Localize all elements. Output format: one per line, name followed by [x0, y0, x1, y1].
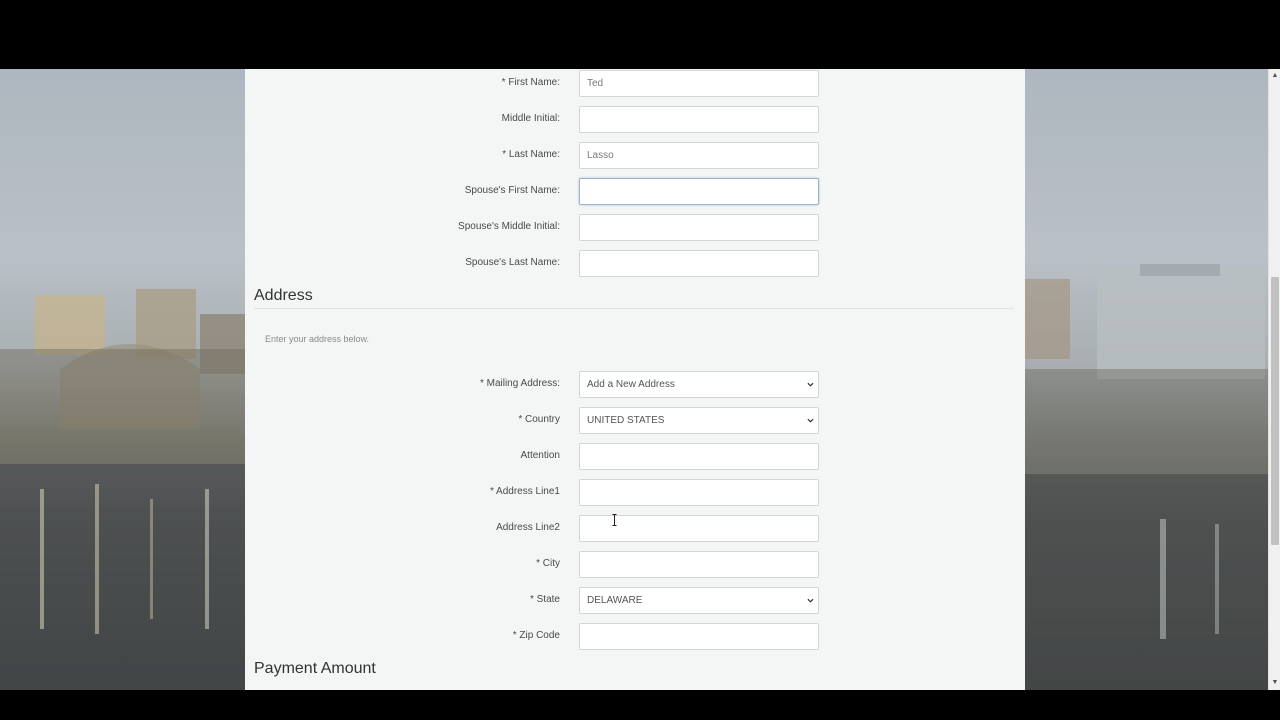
country-value: UNITED STATES: [587, 415, 665, 426]
address-helper-text: Enter your address below.: [265, 334, 370, 344]
first-name-input[interactable]: Ted: [579, 70, 819, 97]
city-row: * City: [245, 551, 1025, 579]
mailing-address-label: * Mailing Address:: [479, 378, 560, 389]
chevron-down-icon: [807, 598, 814, 603]
address-section-title: Address: [254, 287, 313, 304]
zip-code-input[interactable]: [579, 623, 819, 650]
spouse-middle-initial-row: Spouse's Middle Initial:: [245, 214, 1025, 242]
spouse-last-name-row: Spouse's Last Name:: [245, 250, 1025, 278]
browser-viewport: * First Name: Ted Middle Initial: * Last…: [0, 69, 1280, 690]
zip-code-label: * Zip Code: [512, 630, 560, 641]
last-name-input[interactable]: Lasso: [579, 142, 819, 169]
address-line1-label: * Address Line1: [489, 486, 560, 497]
address-line2-row: Address Line2: [245, 515, 1025, 543]
spouse-first-name-label: Spouse's First Name:: [464, 185, 560, 196]
city-label: * City: [536, 558, 560, 569]
attention-input[interactable]: [579, 443, 819, 470]
scroll-up-arrow-icon[interactable]: ▲: [1269, 69, 1280, 83]
middle-initial-row: Middle Initial:: [245, 106, 1025, 134]
chevron-down-icon: [807, 382, 814, 387]
middle-initial-label: Middle Initial:: [501, 113, 560, 124]
city-input[interactable]: [579, 551, 819, 578]
vertical-scrollbar[interactable]: ▲ ▼: [1268, 69, 1280, 690]
state-row: * State DELAWARE: [245, 587, 1025, 615]
spouse-middle-initial-label: Spouse's Middle Initial:: [458, 221, 560, 232]
spouse-first-name-row: Spouse's First Name:: [245, 178, 1025, 206]
spouse-last-name-input[interactable]: [579, 250, 819, 277]
first-name-label: * First Name:: [501, 77, 560, 88]
first-name-row: * First Name: Ted: [245, 70, 1025, 98]
state-value: DELAWARE: [587, 595, 643, 606]
country-select[interactable]: UNITED STATES: [579, 407, 819, 434]
zip-code-row: * Zip Code: [245, 623, 1025, 651]
address-divider: [254, 308, 1014, 309]
address-line1-input[interactable]: [579, 479, 819, 506]
mailing-address-select[interactable]: Add a New Address: [579, 371, 819, 398]
state-label: * State: [529, 594, 560, 605]
attention-row: Attention: [245, 443, 1025, 471]
form-panel: * First Name: Ted Middle Initial: * Last…: [245, 69, 1025, 690]
mailing-address-row: * Mailing Address: Add a New Address: [245, 371, 1025, 399]
text-cursor-icon: [612, 514, 617, 526]
address-line2-label: Address Line2: [496, 522, 560, 533]
spouse-first-name-input[interactable]: [579, 178, 819, 205]
state-select[interactable]: DELAWARE: [579, 587, 819, 614]
scroll-down-arrow-icon[interactable]: ▼: [1269, 676, 1280, 690]
address-line1-row: * Address Line1: [245, 479, 1025, 507]
spouse-last-name-label: Spouse's Last Name:: [465, 257, 560, 268]
middle-initial-input[interactable]: [579, 106, 819, 133]
last-name-label: * Last Name:: [502, 149, 560, 160]
country-row: * Country UNITED STATES: [245, 407, 1025, 435]
scrollbar-thumb[interactable]: [1271, 277, 1279, 545]
chevron-down-icon: [807, 418, 814, 423]
spouse-middle-initial-input[interactable]: [579, 214, 819, 241]
attention-label: Attention: [520, 450, 560, 461]
payment-amount-section-title: Payment Amount: [254, 660, 376, 677]
last-name-row: * Last Name: Lasso: [245, 142, 1025, 170]
country-label: * Country: [518, 414, 560, 425]
mailing-address-value: Add a New Address: [587, 379, 675, 390]
